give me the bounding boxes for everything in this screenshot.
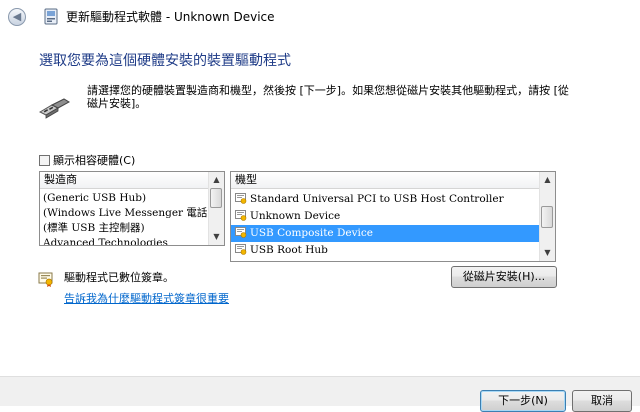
next-button[interactable]: 下一步(N) bbox=[480, 390, 566, 412]
driver-signed-icon bbox=[235, 193, 247, 204]
instruction-text: 請選擇您的硬體裝置製造商和機型，然後按 [下一步]。如果您想從磁片安裝其他驅動程… bbox=[87, 84, 569, 110]
driver-signed-icon bbox=[235, 210, 247, 221]
list-item[interactable]: Standard Universal PCI to USB Host Contr… bbox=[231, 191, 540, 208]
list-item[interactable]: (標準 USB 主控制器) bbox=[40, 221, 224, 236]
window-title: 更新驅動程式軟體 - Unknown Device bbox=[66, 10, 275, 24]
cancel-button[interactable]: 取消 bbox=[572, 390, 632, 412]
back-arrow-icon[interactable]: ◀ bbox=[8, 8, 26, 26]
model-column-header: 機型 bbox=[231, 172, 540, 189]
show-compatible-checkbox[interactable]: 顯示相容硬體(C) bbox=[39, 152, 135, 168]
scroll-down-arrow-icon[interactable]: ▼ bbox=[540, 246, 555, 260]
usb-connector-icon bbox=[38, 98, 70, 119]
model-item-label: USB Composite Device bbox=[250, 227, 373, 239]
driver-signed-icon bbox=[235, 227, 247, 238]
manufacturer-column-header: 製造商 bbox=[40, 172, 209, 189]
have-disk-button[interactable]: 從磁片安裝(H)... bbox=[451, 266, 557, 288]
signing-importance-link[interactable]: 告訴我為什麼驅動程式簽章很重要 bbox=[64, 290, 229, 306]
dialog-footer: 下一步(N) 取消 bbox=[0, 376, 640, 412]
model-list[interactable]: 機型 Standard Universal PCI to USB Host Co… bbox=[230, 171, 556, 262]
device-manager-icon bbox=[44, 8, 58, 25]
list-item[interactable]: (Windows Live Messenger 電話) bbox=[40, 206, 224, 221]
certificate-icon bbox=[38, 272, 53, 287]
list-item[interactable]: USB Root Hub bbox=[231, 242, 540, 259]
scroll-thumb[interactable] bbox=[541, 206, 553, 228]
driver-signed-icon bbox=[235, 244, 247, 255]
model-item-label: Standard Universal PCI to USB Host Contr… bbox=[250, 193, 504, 205]
driver-signed-text: 驅動程式已數位簽章。 bbox=[64, 271, 174, 284]
manufacturer-items: (Generic USB Hub) (Windows Live Messenge… bbox=[40, 189, 224, 245]
scroll-up-arrow-icon[interactable]: ▲ bbox=[540, 173, 555, 187]
manufacturer-list[interactable]: 製造商 (Generic USB Hub) (Windows Live Mess… bbox=[39, 171, 225, 246]
model-item-label: USB Root Hub bbox=[250, 244, 328, 256]
model-scrollbar[interactable]: ▲ ▼ bbox=[539, 172, 555, 261]
list-item[interactable]: Unknown Device bbox=[231, 208, 540, 225]
scroll-down-arrow-icon[interactable]: ▼ bbox=[209, 230, 224, 244]
model-items: Standard Universal PCI to USB Host Contr… bbox=[231, 189, 540, 259]
list-item[interactable]: Advanced Technologies bbox=[40, 236, 224, 245]
scroll-up-arrow-icon[interactable]: ▲ bbox=[209, 173, 224, 187]
checkbox-box[interactable] bbox=[39, 155, 50, 166]
list-item[interactable]: (Generic USB Hub) bbox=[40, 191, 224, 206]
model-item-label: Unknown Device bbox=[250, 210, 341, 222]
manufacturer-scrollbar[interactable]: ▲ ▼ bbox=[208, 172, 224, 245]
scroll-thumb[interactable] bbox=[210, 188, 222, 208]
title-bar: ◀ 更新驅動程式軟體 - Unknown Device bbox=[0, 0, 640, 32]
list-item-selected[interactable]: USB Composite Device bbox=[231, 225, 540, 242]
page-heading: 選取您要為這個硬體安裝的裝置驅動程式 bbox=[39, 53, 291, 69]
checkbox-label: 顯示相容硬體(C) bbox=[53, 154, 136, 167]
